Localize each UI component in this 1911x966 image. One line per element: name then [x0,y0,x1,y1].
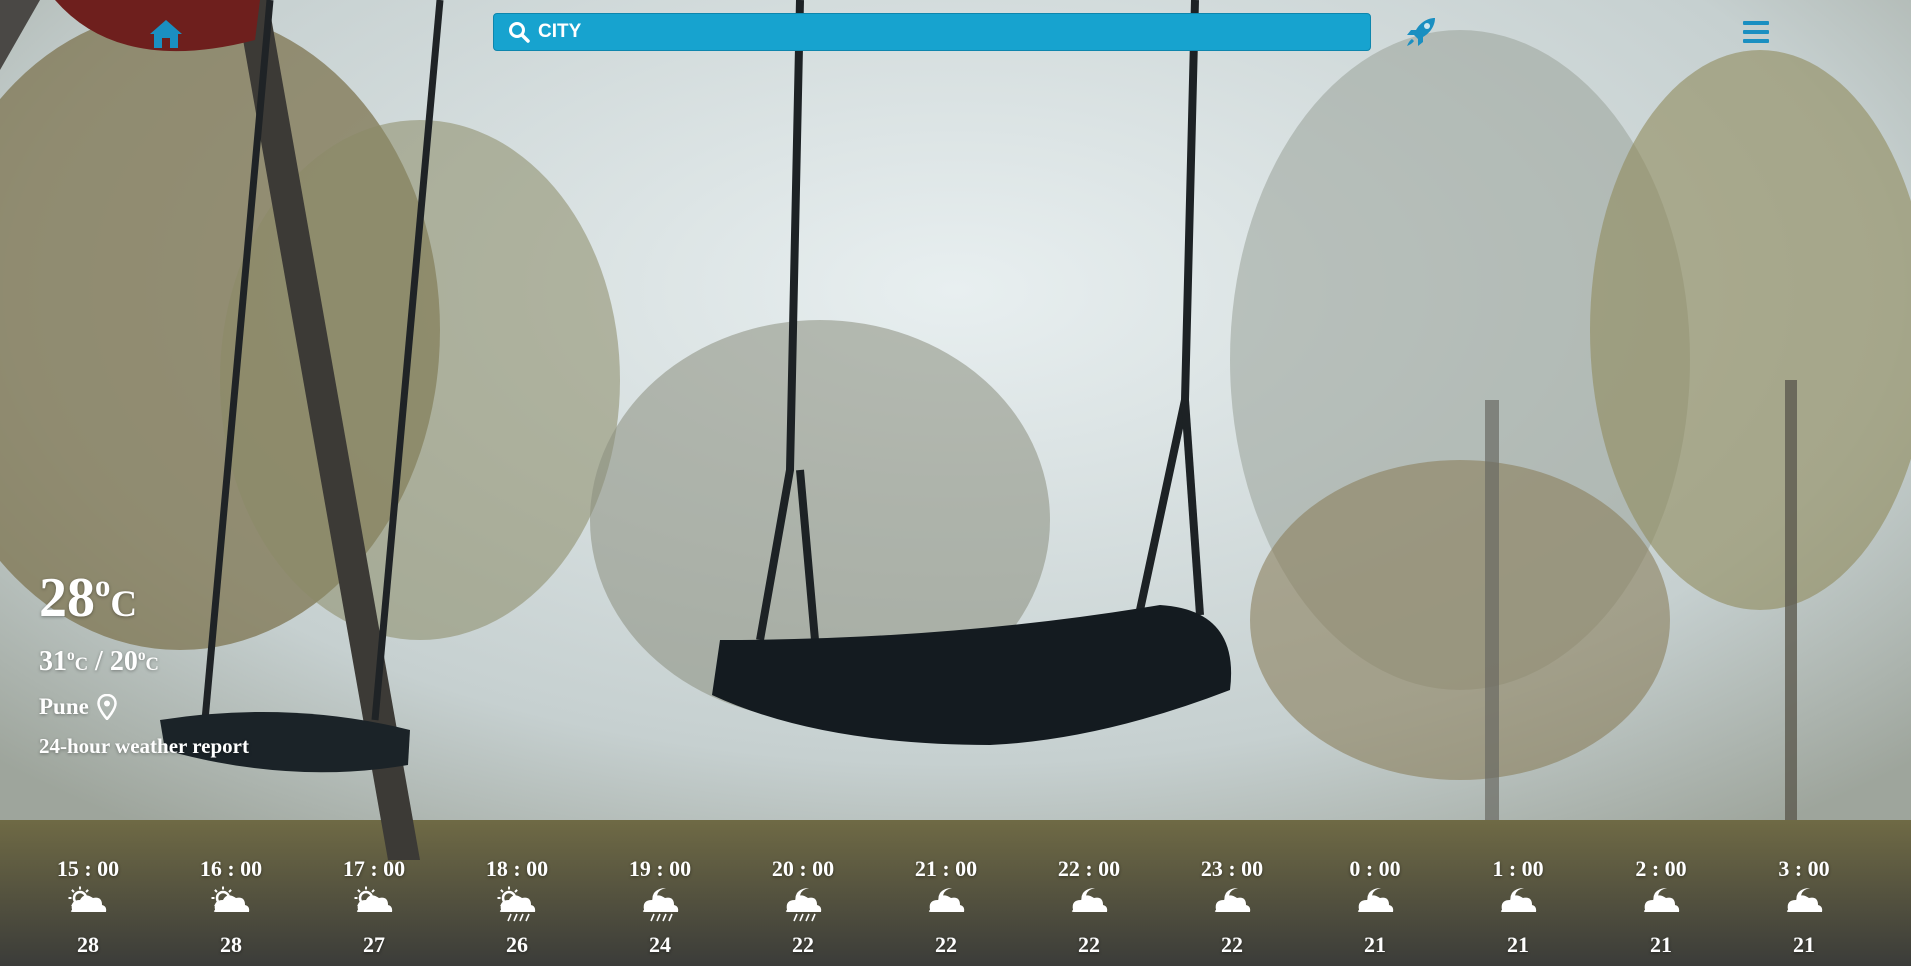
hour-temperature: 22 [1221,932,1243,957]
degree-symbol: o [95,568,111,603]
hour-temperature: 21 [1507,932,1529,957]
rocket-button[interactable] [1403,14,1439,50]
hourly-item: 23 : 00 22 [1167,856,1297,958]
hour-temperature: 21 [1650,932,1672,957]
hour-temperature: 22 [1078,932,1100,957]
hour-time: 15 : 00 [56,856,120,881]
search-icon [509,22,530,43]
hour-time: 23 : 00 [1200,856,1264,881]
home-icon [150,20,182,48]
moon-cloud-rain-icon [785,888,822,922]
hour-temperature: 21 [1882,932,1911,958]
sun-cloud-icon [68,886,107,912]
hour-time: 0 : 00 [1349,856,1401,881]
moon-cloud-icon [928,888,965,912]
hour-temperature: 21 [1793,932,1815,957]
city-search-bar[interactable] [493,13,1371,51]
sun-cloud-icon [354,886,393,912]
hour-temperature: 28 [77,932,99,957]
moon-cloud-rain-icon [642,888,679,922]
moon-cloud-icon [1071,888,1108,912]
temperature-range: 31oC / 20oC [39,646,249,678]
background-scene [0,0,1911,966]
temp-unit: C [74,654,89,674]
hour-temperature: 22 [792,932,814,957]
degree-symbol: o [137,647,146,664]
hour-time: 21 : 00 [914,856,978,881]
hour-time: 22 : 00 [1057,856,1121,881]
hour-time: 18 : 00 [485,856,549,881]
low-temp: 20 [109,646,138,677]
menu-icon [1743,21,1769,43]
hour-temperature: 28 [220,932,242,957]
hourly-forecast: 15 : 00 28 16 : 00 28 17 : 00 27 18 : 00 26 19 :… [0,856,1911,966]
moon-cloud-icon [1643,888,1680,912]
hour-time: 1 : 00 [1492,856,1544,881]
menu-button[interactable] [1742,18,1770,46]
city-name: Pune [39,694,89,719]
hourly-item: 22 : 00 22 [1024,856,1154,958]
location: Pune [39,694,249,720]
weather-app: 28oC 31oC / 20oC Pune 24-hour weather re… [0,0,1911,966]
hourly-item: 15 : 00 28 [23,856,153,958]
hourly-item: 19 : 00 24 [595,856,725,958]
hourly-item: 3 : 00 21 [1739,856,1869,958]
moon-cloud-icon [1357,888,1394,912]
degree-symbol: o [67,647,75,664]
hourly-item: 1 : 00 21 [1453,856,1583,958]
current-weather: 28oC 31oC / 20oC Pune 24-hour weather re… [39,570,249,759]
hour-time: 4 : 00 [1882,856,1911,886]
hourly-item: 18 : 00 26 [452,856,582,958]
hourly-item: 16 : 00 28 [166,856,296,958]
moon-cloud-icon [1786,888,1823,912]
hour-time: 2 : 00 [1635,856,1687,881]
current-temperature: 28oC [39,570,249,626]
current-temp-value: 28 [39,567,95,629]
temp-unit: C [145,654,159,674]
temp-unit: C [110,583,138,624]
hour-time: 20 : 00 [771,856,835,881]
report-label: 24-hour weather report [39,734,249,758]
location-pin-icon [97,694,117,720]
high-temp: 31 [39,646,67,677]
hour-time: 16 : 00 [199,856,263,881]
range-separator: / [95,646,103,677]
hour-temperature: 27 [363,932,385,957]
hour-time: 19 : 00 [628,856,692,881]
hourly-item: 21 : 00 22 [881,856,1011,958]
hour-temperature: 22 [935,932,957,957]
moon-cloud-icon [1500,888,1537,912]
city-search-input[interactable] [530,13,1370,51]
sun-cloud-icon [211,886,250,912]
hour-temperature: 24 [649,932,671,957]
rocket-icon [1407,18,1435,46]
hour-temperature: 21 [1364,932,1386,957]
hourly-item: 4 : 00 21 [1882,856,1911,958]
hourly-item: 17 : 00 27 [309,856,439,958]
home-button[interactable] [148,16,184,52]
hour-temperature: 26 [506,932,528,957]
hourly-item: 2 : 00 21 [1596,856,1726,958]
sun-cloud-rain-icon [497,886,536,922]
hour-time: 17 : 00 [342,856,406,881]
moon-cloud-icon [1214,888,1251,912]
hour-time: 3 : 00 [1778,856,1830,881]
hourly-item: 20 : 00 22 [738,856,868,958]
hourly-item: 0 : 00 21 [1310,856,1440,958]
